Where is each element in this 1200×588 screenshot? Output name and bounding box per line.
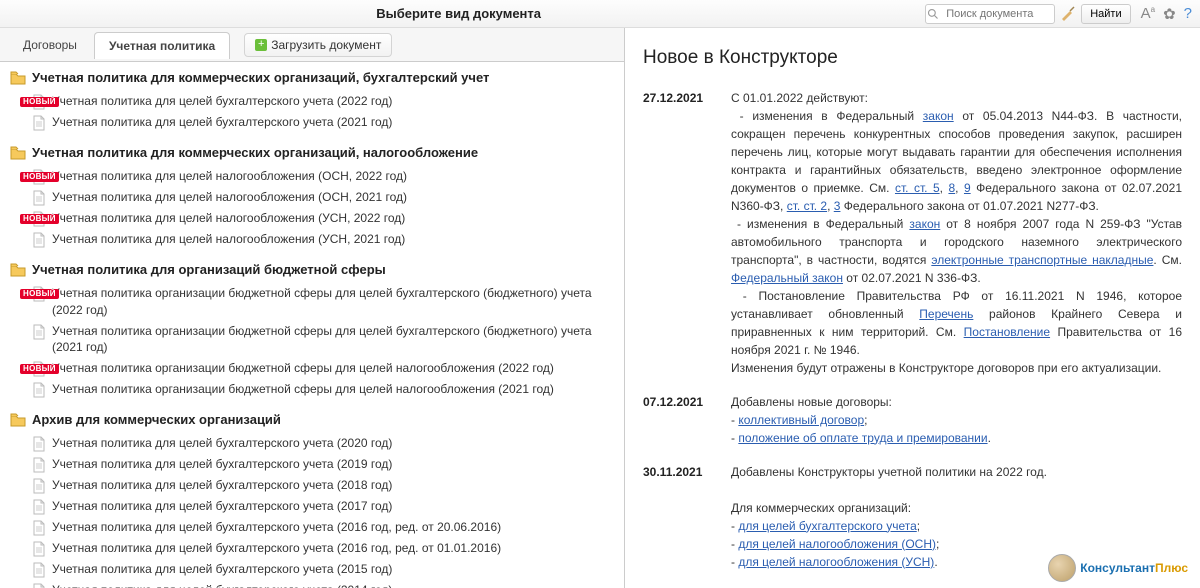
topbar: Выберите вид документа Найти Aa ✿ ? xyxy=(0,0,1200,28)
list-item[interactable]: Учетная политика организации бюджетной с… xyxy=(10,379,614,400)
document-icon xyxy=(32,520,46,536)
document-icon xyxy=(32,541,46,557)
tab-0[interactable]: Договоры xyxy=(8,31,92,58)
left-panel: ДоговорыУчетная политика +Загрузить докум… xyxy=(0,28,625,588)
document-icon xyxy=(32,324,46,340)
list-item[interactable]: Учетная политика для целей бухгалтерског… xyxy=(10,433,614,454)
news-link[interactable]: ст. ст. 2 xyxy=(787,199,827,213)
folder-icon xyxy=(10,71,26,85)
top-icons: Aa ✿ ? xyxy=(1141,5,1192,23)
tree: Учетная политика для коммерческих органи… xyxy=(0,62,624,588)
page-title: Выберите вид документа xyxy=(8,6,909,21)
settings-icon[interactable]: ✿ xyxy=(1163,5,1176,23)
news-link[interactable]: закон xyxy=(909,217,940,231)
new-badge: НОВЫЙ xyxy=(20,285,59,299)
logo-avatar-icon xyxy=(1048,554,1076,582)
news-link[interactable]: Федеральный закон xyxy=(731,271,843,285)
new-badge: НОВЫЙ xyxy=(20,360,59,374)
document-icon xyxy=(32,583,46,588)
upload-document-button[interactable]: +Загрузить документ xyxy=(244,33,392,57)
list-item[interactable]: Учетная политика организации бюджетной с… xyxy=(10,321,614,359)
news-link[interactable]: коллективный договор xyxy=(738,413,864,427)
right-panel: Новое в Конструкторе 27.12.2021 С 01.01.2… xyxy=(625,28,1200,588)
document-icon xyxy=(32,115,46,131)
new-badge: НОВЫЙ xyxy=(20,93,59,107)
plus-icon: + xyxy=(255,39,267,51)
news-link[interactable]: для целей бухгалтерского учета xyxy=(738,519,916,533)
news-link[interactable]: ст. ст. 5 xyxy=(895,181,940,195)
list-item[interactable]: Учетная политика для целей бухгалтерског… xyxy=(10,559,614,580)
list-item[interactable]: Учетная политика для целей бухгалтерског… xyxy=(10,580,614,588)
group-header[interactable]: Учетная политика для организаций бюджетн… xyxy=(10,262,614,277)
list-item[interactable]: Учетная политика для целей бухгалтерског… xyxy=(10,517,614,538)
tabs: ДоговорыУчетная политика +Загрузить докум… xyxy=(0,28,624,62)
news-link[interactable]: 9 xyxy=(964,181,971,195)
news-link[interactable]: электронные транспортные накладные xyxy=(931,253,1153,267)
list-item[interactable]: Учетная политика для целей бухгалтерског… xyxy=(10,112,614,133)
document-icon xyxy=(32,382,46,398)
list-item[interactable]: Учетная политика для целей налогообложен… xyxy=(10,166,614,187)
news-link[interactable]: Перечень xyxy=(919,307,973,321)
list-item[interactable]: Учетная политика организации бюджетной с… xyxy=(10,358,614,379)
new-badge: НОВЫЙ xyxy=(20,210,59,224)
search-wrap: Найти xyxy=(909,4,1130,24)
group-header[interactable]: Учетная политика для коммерческих органи… xyxy=(10,70,614,85)
font-size-icon[interactable]: Aa xyxy=(1141,5,1155,22)
document-icon xyxy=(32,232,46,248)
news-date: 07.12.2021 xyxy=(643,393,713,447)
main: ДоговорыУчетная политика +Загрузить докум… xyxy=(0,28,1200,588)
news-link[interactable]: для целей налогообложения (УСН) xyxy=(738,555,934,569)
group-header[interactable]: Архив для коммерческих организаций xyxy=(10,412,614,427)
clear-icon[interactable] xyxy=(1059,5,1077,23)
news-list: 27.12.2021 С 01.01.2022 действуют: - изме… xyxy=(643,89,1182,588)
new-badge: НОВЫЙ xyxy=(20,168,59,182)
help-icon[interactable]: ? xyxy=(1184,5,1192,22)
news-heading: Новое в Конструкторе xyxy=(643,44,1182,73)
document-icon xyxy=(32,562,46,578)
news-body: Добавлены новые договоры:- коллективный … xyxy=(731,393,1182,447)
news-row: 07.12.2021 Добавлены новые договоры:- кол… xyxy=(643,393,1182,447)
list-item[interactable]: Учетная политика для целей налогообложен… xyxy=(10,187,614,208)
document-icon xyxy=(32,478,46,494)
tab-1[interactable]: Учетная политика xyxy=(94,32,230,59)
news-link[interactable]: Постановление xyxy=(964,325,1050,339)
folder-icon xyxy=(10,263,26,277)
news-date: 27.12.2021 xyxy=(643,89,713,377)
list-item[interactable]: Учетная политика для целей бухгалтерског… xyxy=(10,454,614,475)
document-icon xyxy=(32,190,46,206)
news-body: С 01.01.2022 действуют: - изменения в Фе… xyxy=(731,89,1182,377)
list-item[interactable]: Учетная политика для целей налогообложен… xyxy=(10,208,614,229)
list-item[interactable]: Учетная политика для целей налогообложен… xyxy=(10,229,614,250)
document-icon xyxy=(32,436,46,452)
folder-icon xyxy=(10,413,26,427)
find-button[interactable]: Найти xyxy=(1081,4,1130,24)
news-link[interactable]: для целей налогообложения (ОСН) xyxy=(738,537,936,551)
list-item[interactable]: Учетная политика организации бюджетной с… xyxy=(10,283,614,321)
search-input[interactable] xyxy=(925,4,1055,24)
news-link[interactable]: закон xyxy=(923,109,954,123)
news-row: 27.12.2021 С 01.01.2022 действуют: - изме… xyxy=(643,89,1182,377)
list-item[interactable]: Учетная политика для целей бухгалтерског… xyxy=(10,496,614,517)
brand-logo: КонсультантПлюс xyxy=(1048,554,1188,582)
news-link[interactable]: 8 xyxy=(948,181,955,195)
news-link[interactable]: 3 xyxy=(834,199,841,213)
list-item[interactable]: Учетная политика для целей бухгалтерског… xyxy=(10,91,614,112)
news-link[interactable]: положение об оплате труда и премировании xyxy=(738,431,987,445)
list-item[interactable]: Учетная политика для целей бухгалтерског… xyxy=(10,538,614,559)
group-header[interactable]: Учетная политика для коммерческих органи… xyxy=(10,145,614,160)
document-icon xyxy=(32,499,46,515)
list-item[interactable]: Учетная политика для целей бухгалтерског… xyxy=(10,475,614,496)
news-date: 30.11.2021 xyxy=(643,463,713,588)
document-icon xyxy=(32,457,46,473)
folder-icon xyxy=(10,146,26,160)
